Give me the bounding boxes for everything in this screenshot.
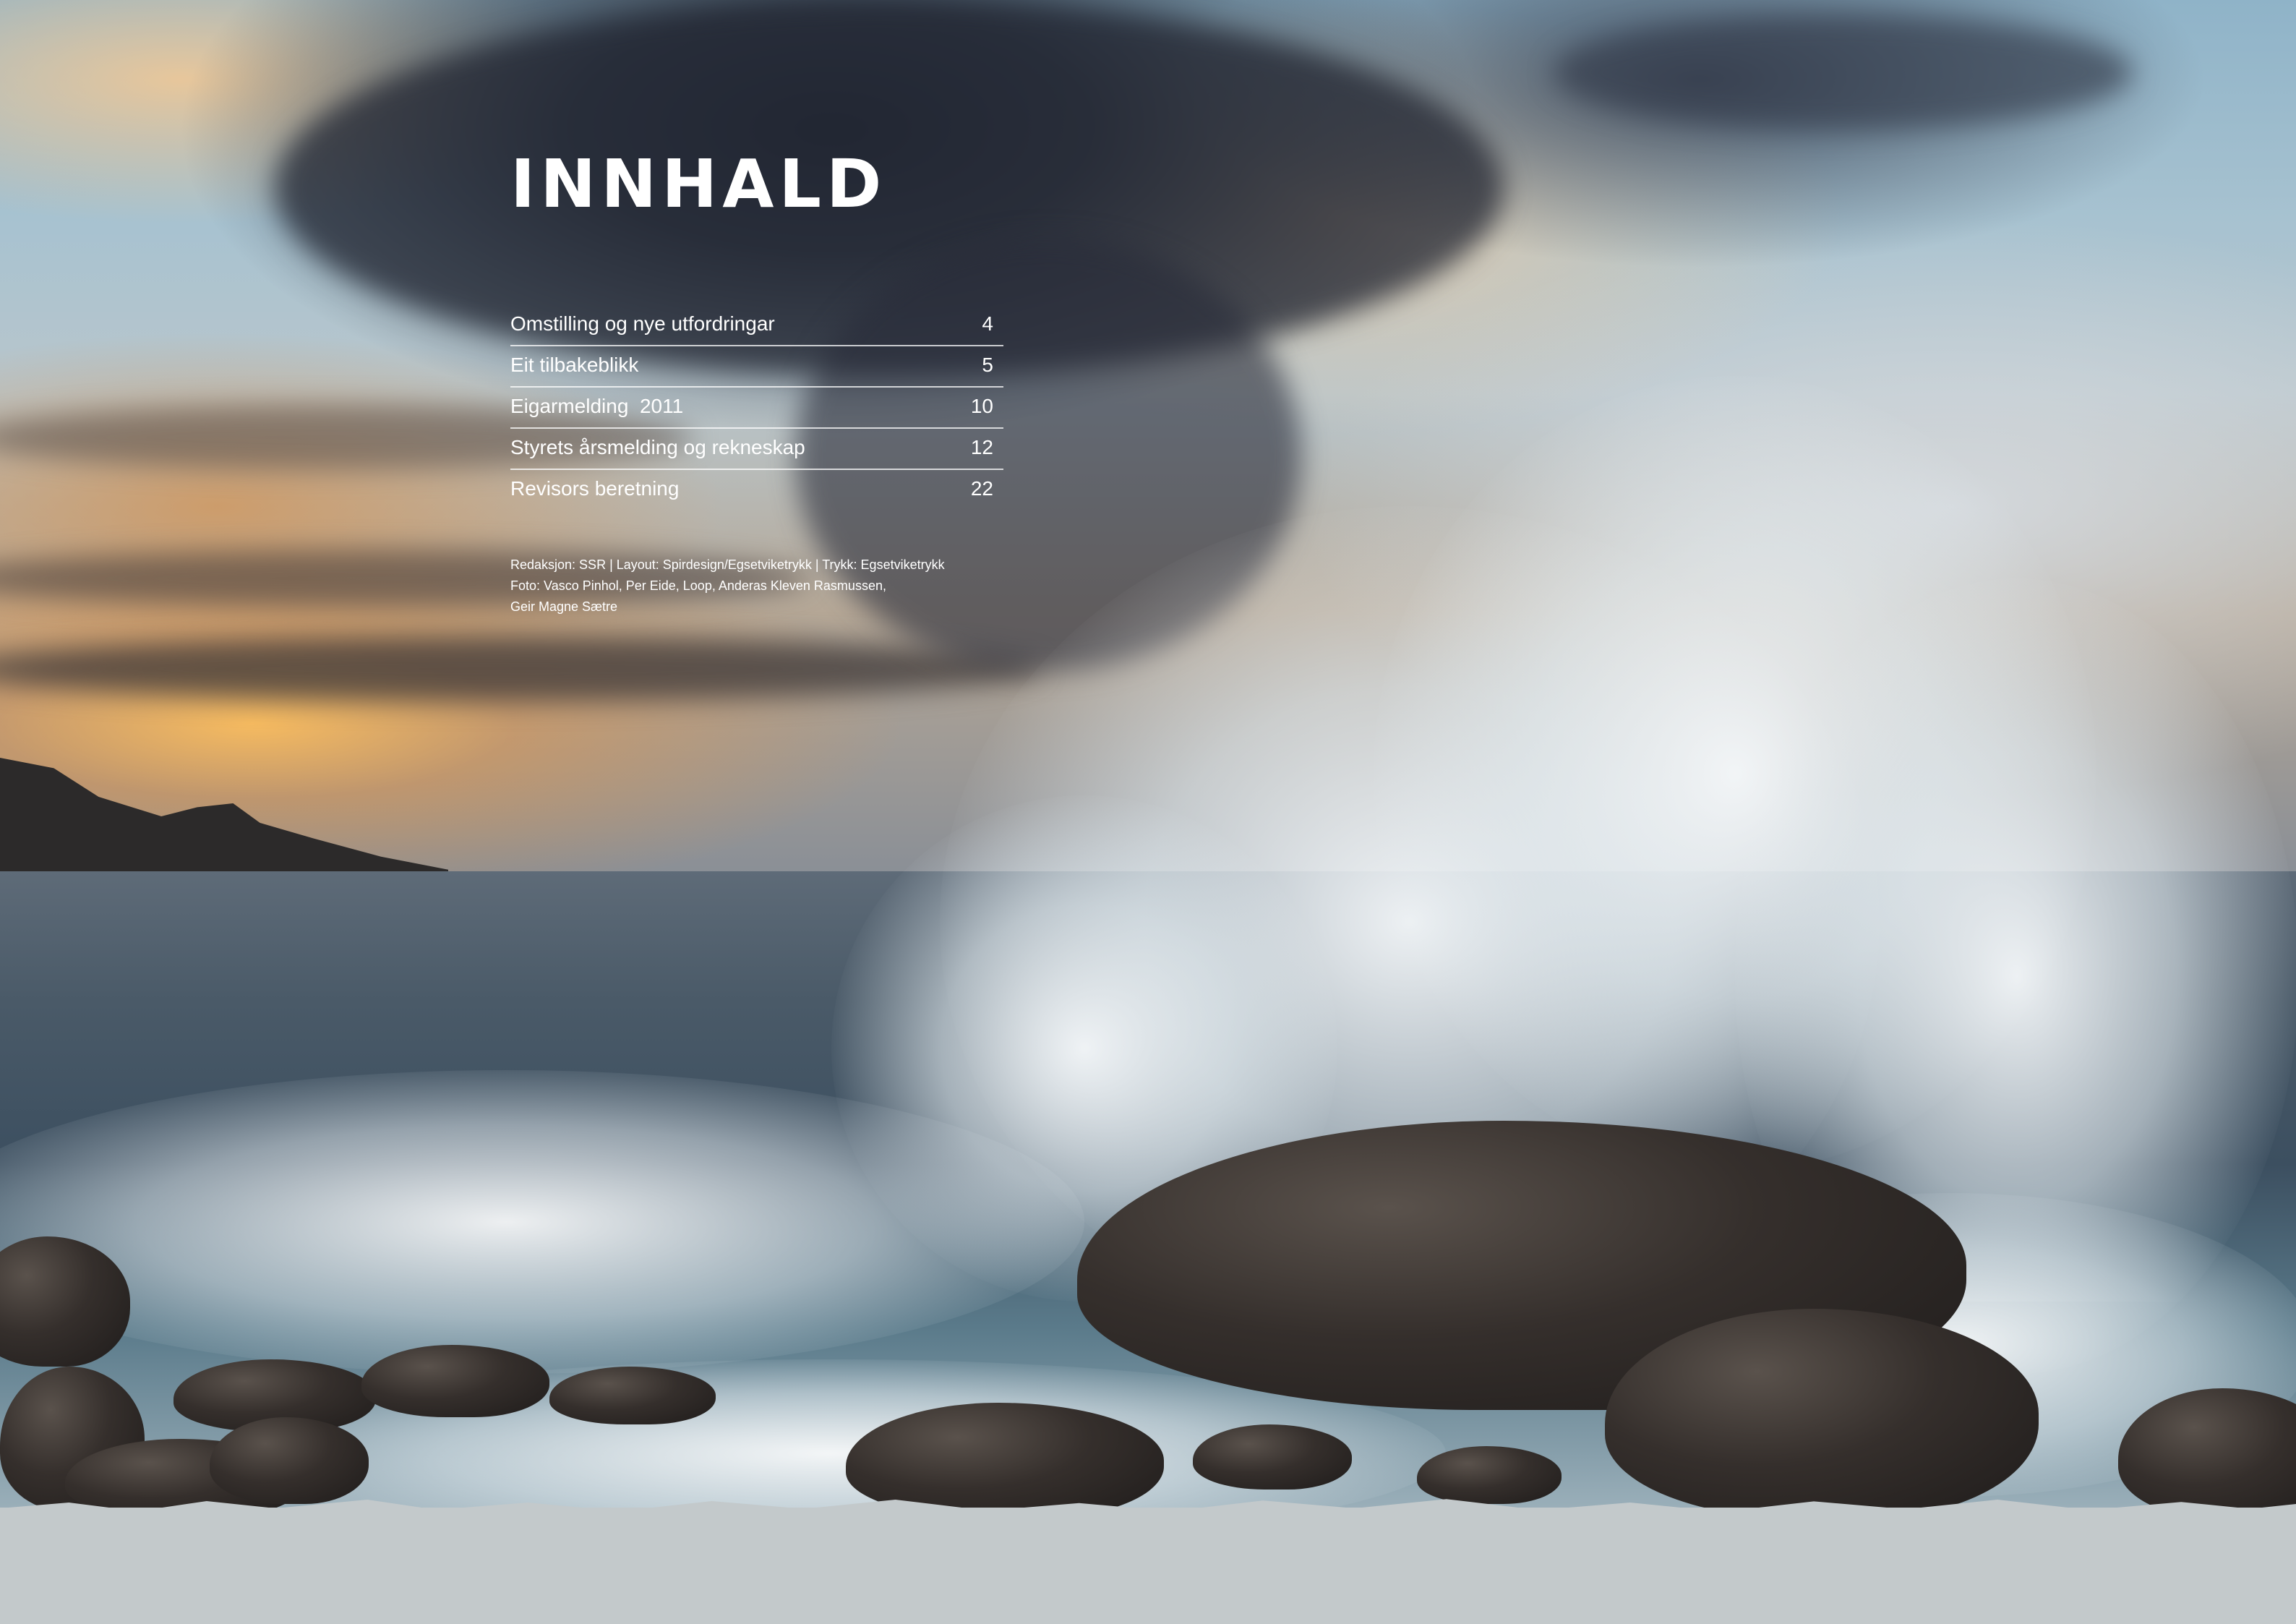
- cloud-band: [1554, 14, 2133, 130]
- toc-entry-label: Revisors beretning: [510, 477, 680, 500]
- toc-entry-page: 4: [982, 312, 993, 335]
- credits-photo-continued: Geir Magne Sætre: [510, 599, 618, 614]
- toc-entry-page: 5: [982, 354, 993, 376]
- cloud-band: [0, 636, 1041, 701]
- toc-entry-page: 10: [970, 395, 993, 417]
- toc-entry-label: Eit tilbakeblikk: [510, 354, 639, 376]
- credits: Redaksjon: SSR | Layout: Spirdesign/Egse…: [510, 555, 1003, 617]
- rock: [210, 1417, 369, 1504]
- rock: [361, 1345, 549, 1417]
- rock: [1193, 1424, 1352, 1490]
- rock: [1605, 1309, 2039, 1518]
- credits-photo: Foto: Vasco Pinhol, Per Eide, Loop, Ande…: [510, 578, 886, 593]
- toc-list: Omstilling og nye utfordringar 4 Eit til…: [510, 305, 1003, 510]
- page: INNHALD Omstilling og nye utfordringar 4…: [0, 0, 2296, 1624]
- toc-entry-page: 12: [970, 436, 993, 458]
- toc-entry-page: 22: [970, 477, 993, 500]
- toc-entry[interactable]: Revisors beretning 22: [510, 470, 1003, 510]
- rock: [1417, 1446, 1562, 1504]
- bottom-band: [0, 1508, 2296, 1624]
- toc-entry[interactable]: Eigarmelding 2011 10: [510, 388, 1003, 429]
- table-of-contents: INNHALD Omstilling og nye utfordringar 4…: [510, 137, 1003, 617]
- toc-entry[interactable]: Eit tilbakeblikk 5: [510, 346, 1003, 388]
- credits-editorial: Redaksjon: SSR | Layout: Spirdesign/Egse…: [510, 557, 945, 572]
- toc-entry[interactable]: Omstilling og nye utfordringar 4: [510, 305, 1003, 346]
- page-title: INNHALD: [510, 145, 887, 223]
- toc-entry-label: Styrets årsmelding og rekneskap: [510, 436, 805, 458]
- toc-entry-label: Eigarmelding 2011: [510, 395, 684, 417]
- toc-entry-label: Omstilling og nye utfordringar: [510, 312, 775, 335]
- rock: [549, 1367, 716, 1424]
- toc-entry[interactable]: Styrets årsmelding og rekneskap 12: [510, 429, 1003, 470]
